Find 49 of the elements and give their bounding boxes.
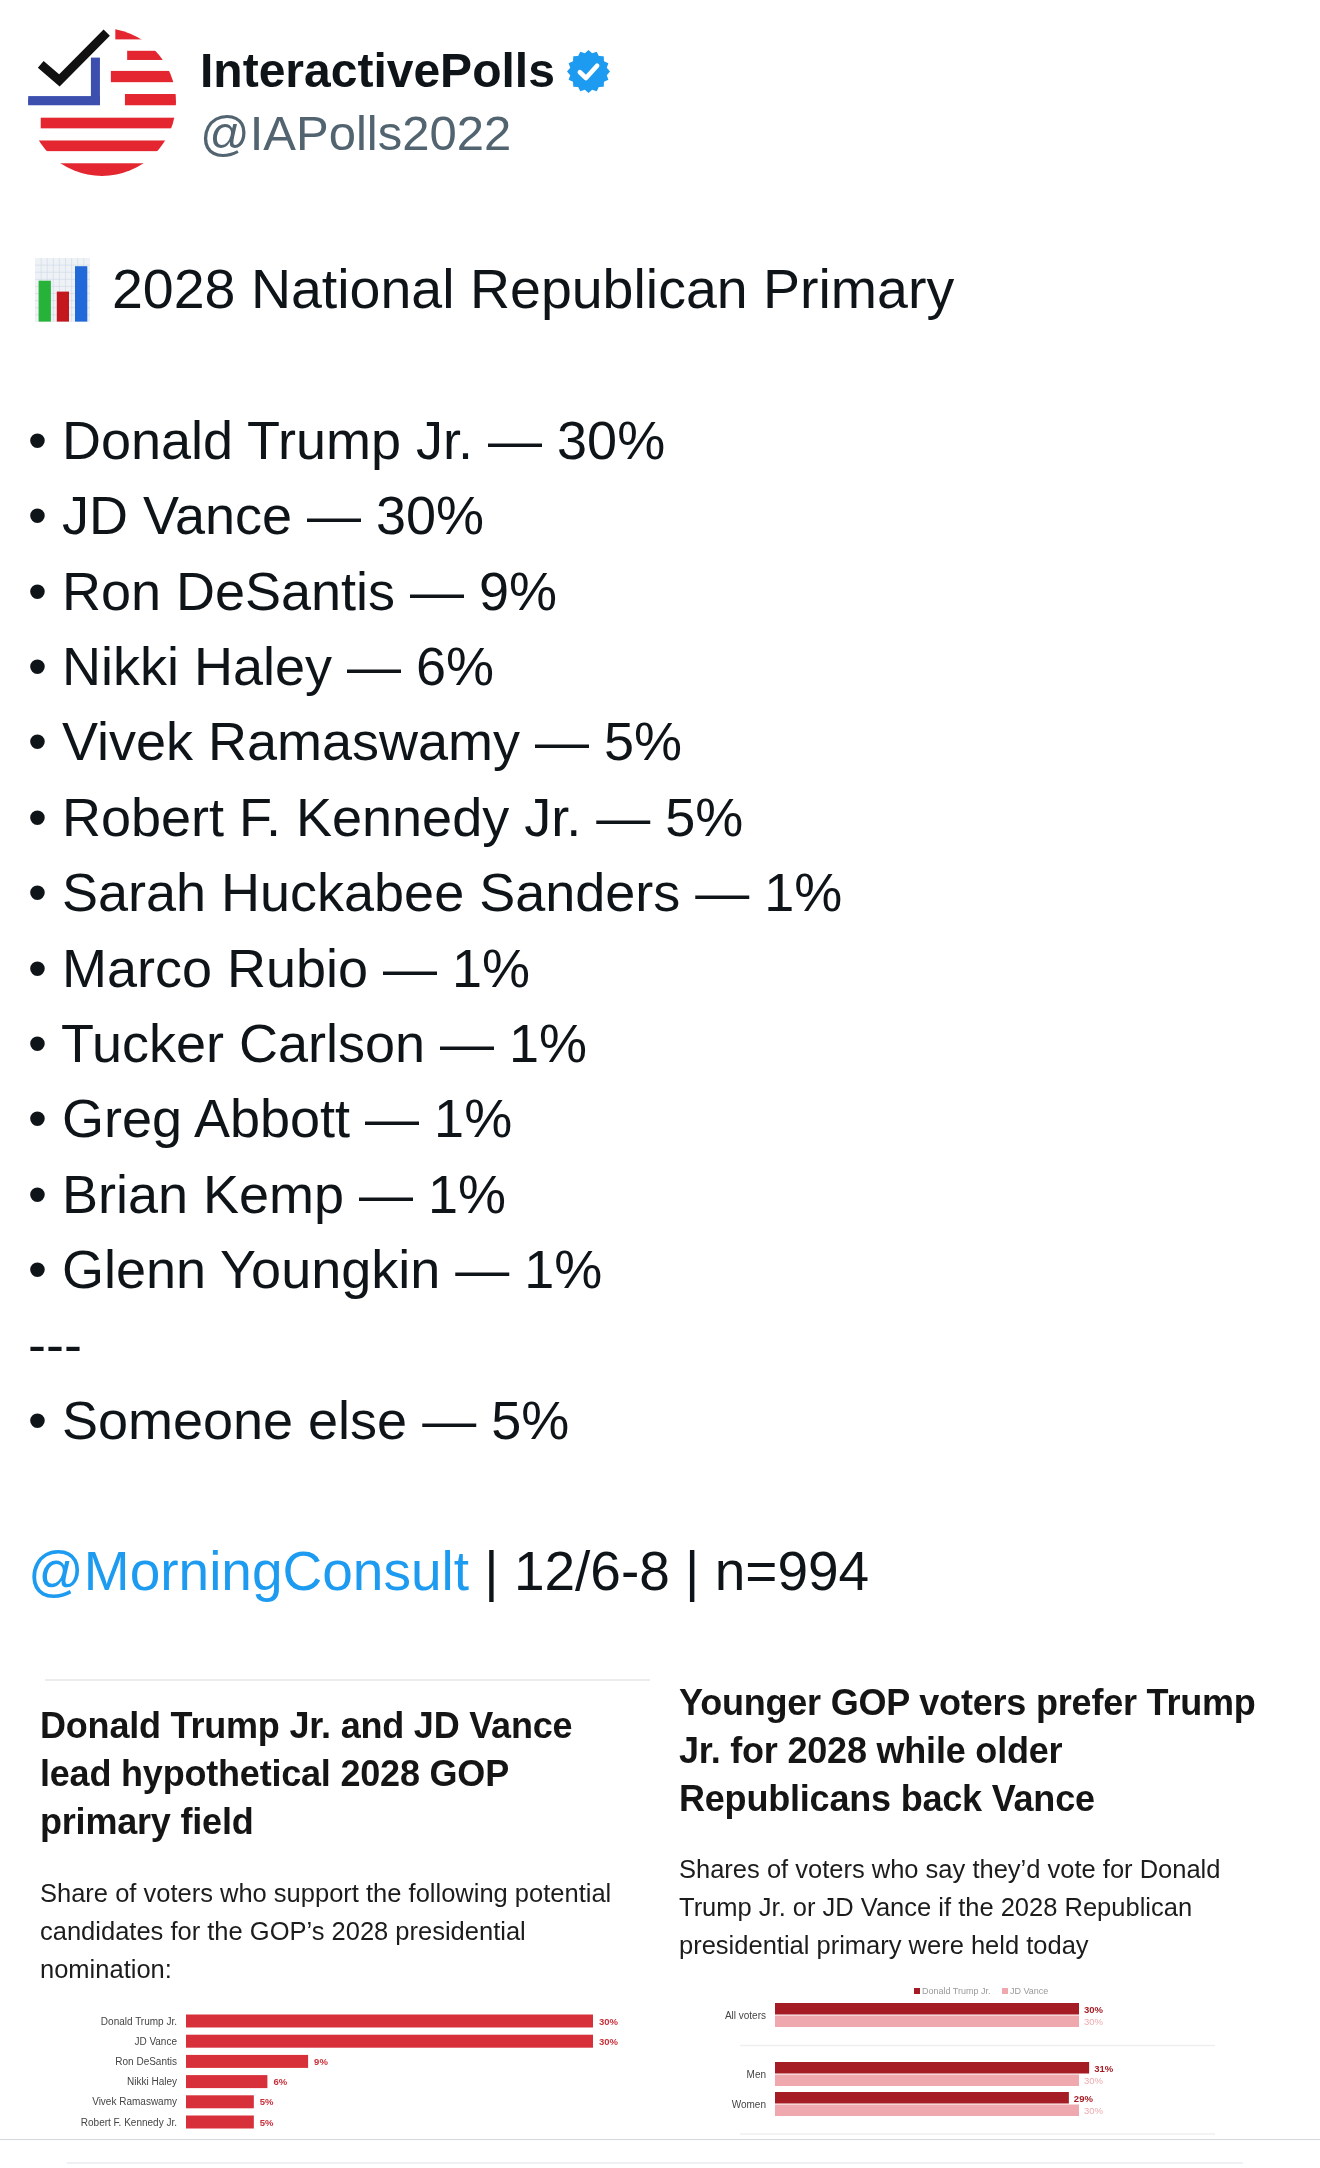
bar-value-label: 5%: [259, 2116, 274, 2128]
avatar-flag-checkmark-logo[interactable]: [28, 28, 176, 176]
chart-subtitle: Shares of voters who say they’d vote for Donald Trump Jr. or JD Vance if the 2028 Republican presidential primary were held today: [679, 1854, 1222, 1962]
chart-title: Younger GOP voters prefer Trump Jr. for 2028 while older Republicans back Vance: [679, 1681, 1257, 1822]
post-line: • Vivek Ramaswamy — 5%: [28, 710, 684, 774]
post-line: • Robert F. Kennedy Jr. — 5%: [28, 785, 745, 849]
post-line: • Nikki Haley — 6%: [28, 634, 495, 698]
category-label: Vivek Ramaswamy: [92, 2096, 177, 2108]
category-label: Women: [731, 2099, 766, 2111]
bar-value-label: 31%: [1094, 2062, 1114, 2074]
account-name[interactable]: InteractivePolls: [200, 42, 555, 100]
bar-value-label: 30%: [1084, 2105, 1103, 2117]
bar-value-label: 5%: [259, 2096, 274, 2108]
account-handle[interactable]: @IAPolls2022: [200, 104, 610, 162]
bar-chart-icon: [35, 257, 90, 322]
post-line: • Greg Abbott — 1%: [28, 1087, 514, 1151]
bar-value-label: 30%: [1084, 2016, 1103, 2028]
bar-value-label: 30%: [599, 2035, 618, 2047]
chart-title: Donald Trump Jr. and JD Vance lead hypothetical 2028 GOP primary field: [40, 1704, 574, 1845]
category-label: Men: [746, 2069, 766, 2081]
bar-value-label: 29%: [1073, 2092, 1093, 2104]
post-line: • Brian Kemp — 1%: [28, 1162, 508, 1226]
post-line: ---: [28, 1313, 83, 1377]
post-line: • Donald Trump Jr. — 30%: [28, 408, 667, 472]
bar-value-label: 9%: [314, 2055, 328, 2067]
post-line: • Sarah Huckabee Sanders — 1%: [28, 861, 844, 925]
post-line: • Glenn Youngkin — 1%: [28, 1238, 604, 1302]
chart-bar: [186, 2095, 254, 2109]
post-line: • Tucker Carlson — 1%: [28, 1011, 589, 1075]
category-label: JD Vance: [134, 2035, 177, 2047]
bar-value-label: 30%: [1084, 2003, 1103, 2015]
category-label: Ron DeSantis: [115, 2055, 177, 2067]
category-label: Nikki Haley: [127, 2076, 177, 2088]
post-line: • Ron DeSantis — 9%: [28, 559, 559, 623]
bar-value-label: 30%: [599, 2015, 618, 2027]
category-label: All voters: [724, 2010, 766, 2022]
source-line: @MorningConsult | 12/6-8 | n=994: [28, 1538, 871, 1604]
bar-value-label: 30%: [1084, 2075, 1103, 2087]
category-label: Donald Trump Jr.: [100, 2015, 177, 2027]
chart-bar: [186, 2115, 254, 2129]
chart-subtitle: Share of voters who support the following potential candidates for the GOP’s 2028 presidential nomination:: [40, 1878, 613, 1986]
post-line: • Someone else — 5%: [28, 1388, 571, 1452]
category-label: Robert F. Kennedy Jr.: [80, 2116, 177, 2128]
legend-label: JD Vance: [1010, 1986, 1049, 1997]
bar-value-label: 6%: [273, 2076, 288, 2088]
post-line: • JD Vance — 30%: [28, 484, 486, 548]
post-line: • Marco Rubio — 1%: [28, 936, 532, 1000]
legend-label: Donald Trump Jr.: [922, 1986, 991, 1997]
post-heading: 2028 National Republican Primary: [112, 257, 955, 322]
